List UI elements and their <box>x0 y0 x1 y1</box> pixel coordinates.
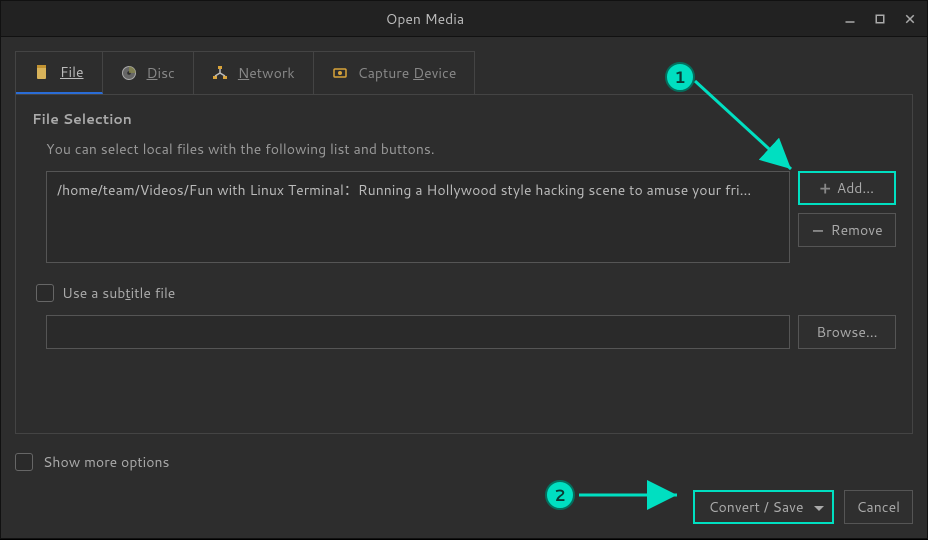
subtitle-row: Browse… <box>46 315 896 349</box>
show-more-checkbox[interactable] <box>15 453 33 471</box>
subtitle-checkbox-row[interactable]: Use a subtitle file <box>36 283 896 303</box>
cancel-button-label: Cancel <box>857 497 901 517</box>
tab-file-label: File <box>60 62 84 82</box>
show-more-label: Show more options <box>43 452 170 472</box>
cancel-button[interactable]: Cancel <box>844 490 914 524</box>
subtitle-path-input[interactable] <box>46 315 790 349</box>
tab-network[interactable]: Network <box>194 52 314 94</box>
dialog-actions: Convert / Save Cancel <box>15 490 913 524</box>
add-button-label: Add… <box>837 178 874 198</box>
titlebar: Open Media <box>1 1 927 37</box>
file-selection-help: You can select local files with the foll… <box>46 139 896 159</box>
disc-icon <box>121 65 137 81</box>
tab-capture[interactable]: Capture Device <box>314 52 475 94</box>
window-title: Open Media <box>9 9 841 29</box>
convert-save-dropdown[interactable]: Convert / Save <box>693 490 834 524</box>
plus-icon: + <box>820 177 831 200</box>
add-button[interactable]: + Add… <box>798 171 896 205</box>
show-more-row[interactable]: Show more options <box>15 452 913 472</box>
window-controls <box>841 10 919 28</box>
dialog-content: File Disc Network Capture Device <box>1 37 927 538</box>
tab-file[interactable]: File <box>16 52 103 94</box>
annotation-badge-1: 1 <box>665 62 695 92</box>
file-icon <box>34 64 50 80</box>
tab-disc-label: Disc <box>147 63 175 83</box>
file-selection-title: File Selection <box>32 109 896 129</box>
remove-button-label: Remove <box>831 220 883 240</box>
browse-button-label: Browse… <box>816 322 877 342</box>
file-panel: File Selection You can select local file… <box>15 94 913 434</box>
subtitle-checkbox-label: Use a subtitle file <box>62 283 175 303</box>
tab-capture-label: Capture Device <box>358 63 457 83</box>
network-icon <box>212 65 228 81</box>
minus-icon: − <box>811 219 824 242</box>
browse-button[interactable]: Browse… <box>798 315 896 349</box>
convert-save-label: Convert / Save <box>709 497 804 517</box>
capture-icon <box>332 65 348 81</box>
tab-network-label: Network <box>238 63 295 83</box>
file-row: /home/team/Videos/Fun with Linux Termina… <box>46 171 896 263</box>
file-list-item[interactable]: /home/team/Videos/Fun with Linux Termina… <box>57 180 779 200</box>
dialog-footer: Show more options Convert / Save Cancel <box>15 452 913 524</box>
open-media-dialog: Open Media File <box>0 0 928 539</box>
minimize-icon[interactable] <box>841 10 859 28</box>
file-list[interactable]: /home/team/Videos/Fun with Linux Termina… <box>46 171 790 263</box>
annotation-badge-2: 2 <box>545 480 575 510</box>
source-tabs: File Disc Network Capture Device <box>15 51 475 94</box>
file-side-buttons: + Add… − Remove <box>798 171 896 263</box>
close-icon[interactable] <box>901 10 919 28</box>
subtitle-checkbox[interactable] <box>36 284 54 302</box>
maximize-icon[interactable] <box>871 10 889 28</box>
remove-button[interactable]: − Remove <box>798 213 896 247</box>
tab-disc[interactable]: Disc <box>103 52 194 94</box>
